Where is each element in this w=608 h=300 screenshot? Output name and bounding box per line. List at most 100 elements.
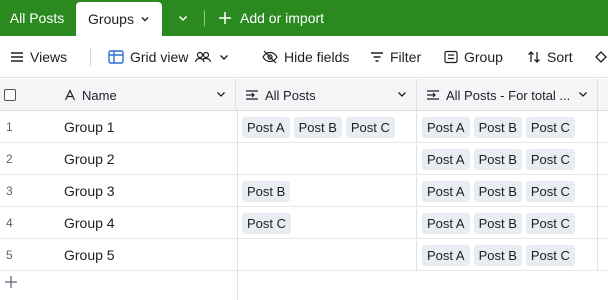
menu-icon bbox=[11, 52, 23, 62]
all-posts-cell[interactable]: Post B bbox=[237, 175, 417, 207]
row-number: 4 bbox=[6, 216, 13, 230]
column-header-all-posts-total[interactable]: All Posts - For total ... bbox=[418, 79, 598, 111]
text-field-icon bbox=[64, 89, 76, 101]
sort-label: Sort bbox=[547, 49, 573, 65]
linked-record-chip[interactable]: Post A bbox=[422, 116, 470, 138]
all-posts-total-cell[interactable]: Post A Post B Post C bbox=[418, 207, 598, 239]
all-posts-total-cell[interactable]: Post A Post B Post C bbox=[418, 239, 598, 271]
linked-record-chip[interactable]: Post C bbox=[525, 244, 575, 266]
more-tables-button[interactable] bbox=[168, 0, 198, 36]
filter-label: Filter bbox=[390, 49, 422, 65]
chevron-down-icon[interactable] bbox=[396, 88, 408, 100]
row-number: 5 bbox=[6, 248, 13, 262]
records-grid: Name All Posts All Posts - For total ...… bbox=[0, 79, 608, 300]
tab-divider bbox=[204, 10, 205, 26]
row-name-cell[interactable]: Group 4 bbox=[64, 207, 115, 239]
linked-record-chip[interactable]: Post A bbox=[422, 148, 470, 170]
group-icon bbox=[444, 50, 458, 64]
linked-record-chip[interactable]: Post C bbox=[345, 116, 395, 138]
linked-record-chip[interactable]: Post B bbox=[242, 180, 291, 202]
table-row[interactable]: 2 Group 2 Post A Post B Post C bbox=[0, 143, 608, 175]
hide-fields-label: Hide fields bbox=[284, 49, 350, 65]
all-posts-total-cell[interactable]: Post A Post B Post C bbox=[418, 111, 598, 143]
linked-record-chip[interactable]: Post B bbox=[293, 116, 342, 138]
linked-record-chip[interactable]: Post A bbox=[422, 212, 470, 234]
column-header-all-posts[interactable]: All Posts bbox=[237, 79, 417, 111]
row-name-cell[interactable]: Group 5 bbox=[64, 239, 115, 271]
column-all-posts-total-label: All Posts - For total ... bbox=[446, 87, 571, 103]
eye-slash-icon bbox=[262, 50, 278, 64]
linked-record-chip[interactable]: Post C bbox=[525, 180, 575, 202]
chevron-down-icon bbox=[178, 15, 188, 22]
filter-icon bbox=[371, 52, 383, 62]
tab-groups[interactable]: Groups bbox=[76, 2, 162, 36]
linked-record-chip[interactable]: Post C bbox=[525, 116, 575, 138]
views-button[interactable]: Views bbox=[10, 36, 67, 78]
toolbar-divider bbox=[90, 48, 91, 66]
add-or-import-button[interactable]: Add or import bbox=[214, 0, 324, 36]
all-posts-total-cell[interactable]: Post A Post B Post C bbox=[418, 143, 598, 175]
row-name-cell[interactable]: Group 2 bbox=[64, 143, 115, 175]
all-posts-cell[interactable] bbox=[237, 143, 417, 175]
linked-record-chip[interactable]: Post C bbox=[525, 148, 575, 170]
all-posts-total-cell[interactable]: Post A Post B Post C bbox=[418, 175, 598, 207]
color-button[interactable] bbox=[594, 36, 608, 78]
group-button[interactable]: Group bbox=[444, 36, 503, 78]
chevron-down-icon[interactable] bbox=[140, 14, 150, 24]
hide-fields-button[interactable]: Hide fields bbox=[262, 36, 349, 78]
grid-header: Name All Posts All Posts - For total ... bbox=[0, 79, 608, 111]
views-label: Views bbox=[30, 49, 68, 65]
plus-icon bbox=[219, 12, 231, 24]
all-posts-cell[interactable]: Post C bbox=[237, 207, 417, 239]
tab-all-posts[interactable]: All Posts bbox=[0, 0, 74, 36]
table-row[interactable]: 1 Group 1 Post A Post B Post C Post A Po… bbox=[0, 111, 608, 143]
paint-bucket-icon bbox=[595, 51, 607, 63]
row-number: 1 bbox=[6, 120, 13, 134]
column-name-label: Name bbox=[82, 87, 117, 103]
row-number: 2 bbox=[6, 152, 13, 166]
column-all-posts-label: All Posts bbox=[265, 87, 316, 103]
grid-icon bbox=[108, 50, 124, 64]
group-label: Group bbox=[464, 49, 503, 65]
sort-icon bbox=[528, 51, 540, 63]
chevron-down-icon[interactable] bbox=[577, 88, 589, 100]
table-row[interactable]: 4 Group 4 Post C Post A Post B Post C bbox=[0, 207, 608, 239]
tab-all-posts-label: All Posts bbox=[9, 10, 65, 26]
linked-record-chip[interactable]: Post A bbox=[422, 244, 470, 266]
grid-view-button[interactable]: Grid view bbox=[108, 36, 230, 78]
add-record-row[interactable] bbox=[0, 271, 608, 300]
chevron-down-icon bbox=[220, 55, 229, 60]
chevron-down-icon[interactable] bbox=[215, 88, 227, 100]
linked-record-chip[interactable]: Post C bbox=[525, 212, 575, 234]
grid-view-label: Grid view bbox=[130, 49, 189, 65]
row-name-cell[interactable]: Group 3 bbox=[64, 175, 115, 207]
select-all-checkbox[interactable] bbox=[4, 89, 16, 101]
add-or-import-label: Add or import bbox=[240, 10, 325, 26]
filter-button[interactable]: Filter bbox=[370, 36, 421, 78]
column-divider bbox=[237, 271, 238, 300]
linked-record-chip[interactable]: Post A bbox=[422, 180, 470, 202]
linked-record-chip[interactable]: Post B bbox=[473, 244, 522, 266]
plus-icon[interactable] bbox=[4, 275, 18, 289]
row-name-cell[interactable]: Group 1 bbox=[64, 111, 115, 143]
table-row[interactable]: 3 Group 3 Post B Post A Post B Post C bbox=[0, 175, 608, 207]
linked-record-icon bbox=[246, 90, 258, 100]
row-number: 3 bbox=[6, 184, 13, 198]
linked-record-chip[interactable]: Post B bbox=[473, 212, 522, 234]
table-row[interactable]: 5 Group 5 Post A Post B Post C bbox=[0, 239, 608, 271]
collaborators-icon bbox=[195, 51, 212, 63]
all-posts-cell[interactable]: Post A Post B Post C bbox=[237, 111, 417, 143]
linked-record-chip[interactable]: Post A bbox=[242, 116, 290, 138]
view-toolbar: Views Grid view Hide fields Filter Group… bbox=[0, 36, 608, 78]
linked-record-chip[interactable]: Post B bbox=[473, 116, 522, 138]
all-posts-cell[interactable] bbox=[237, 239, 417, 271]
sort-button[interactable]: Sort bbox=[527, 36, 573, 78]
select-all-cell[interactable] bbox=[0, 79, 54, 111]
linked-record-chip[interactable]: Post C bbox=[242, 212, 292, 234]
column-header-name[interactable]: Name bbox=[54, 79, 236, 111]
linked-record-chip[interactable]: Post B bbox=[473, 148, 522, 170]
tab-groups-label: Groups bbox=[88, 11, 134, 27]
linked-record-icon bbox=[427, 90, 439, 100]
table-tab-bar: All Posts Groups Add or import bbox=[0, 0, 608, 36]
linked-record-chip[interactable]: Post B bbox=[473, 180, 522, 202]
